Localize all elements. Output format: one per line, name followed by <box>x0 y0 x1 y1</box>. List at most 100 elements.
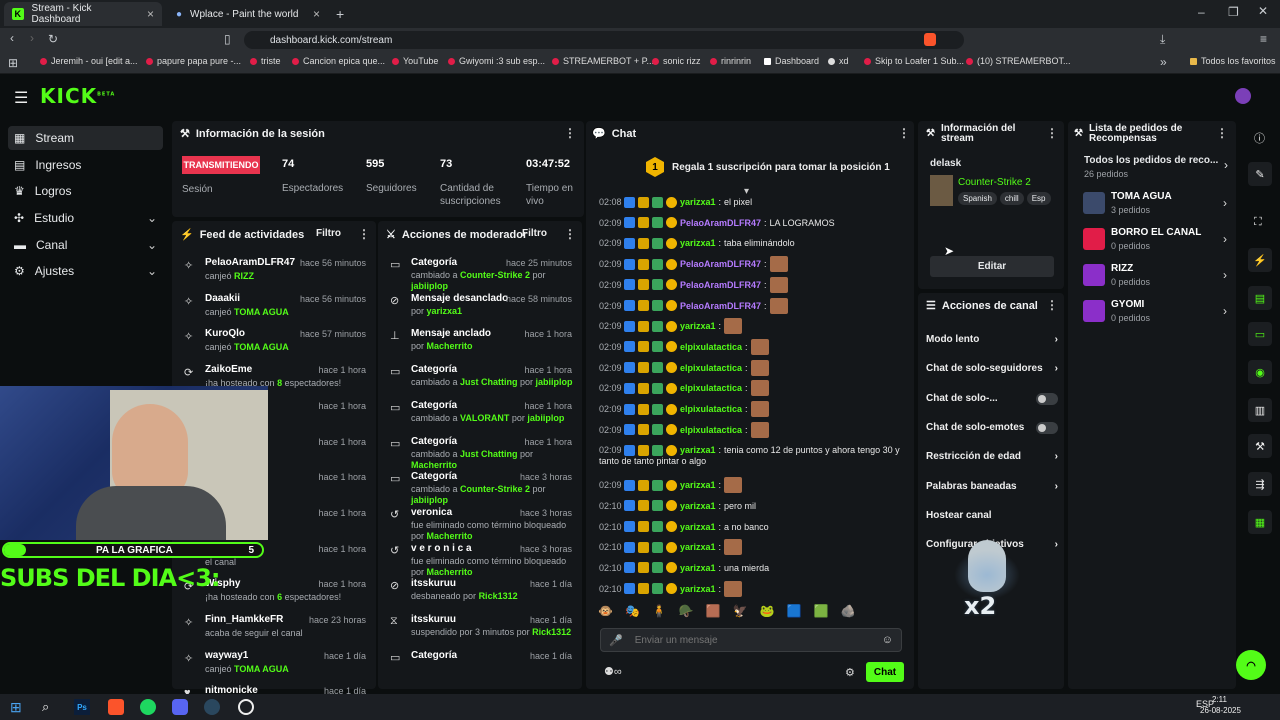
reward-item[interactable]: GYOMI 0 pedidos › <box>1083 298 1229 328</box>
mod-by-user[interactable]: Macherrito <box>427 341 473 351</box>
chat-username[interactable]: elpixulatactica <box>680 383 742 393</box>
chat-username[interactable]: PelaoAramDLFR47 <box>680 301 761 311</box>
chat-input[interactable] <box>634 634 865 646</box>
mod-by-user[interactable]: Macherrito <box>427 531 473 541</box>
feed-user[interactable]: Finn_HamkkeFR <box>205 614 283 625</box>
kick-logo[interactable]: KICKBETA <box>40 84 115 108</box>
mod-by-user[interactable]: Macherrito <box>411 460 457 470</box>
bookmark-item[interactable]: Gwiyomi :3 sub esp... <box>448 56 545 66</box>
emote-icon[interactable]: 🪨 <box>841 604 856 622</box>
reward-item[interactable]: BORRO EL CANAL 0 pedidos › <box>1083 226 1229 256</box>
apps-grid-icon[interactable]: ⊞ <box>8 56 18 70</box>
emote-monkey-icon[interactable]: 🐵 <box>598 604 613 622</box>
bookmark-item[interactable]: papure papa pure -... <box>146 56 241 66</box>
mod-by-user[interactable]: jabiiplop <box>527 413 564 423</box>
all-rewards-item[interactable]: Todos los pedidos de reco... 26 pedidos … <box>1084 155 1230 181</box>
chat-username[interactable]: elpixulatactica <box>680 363 742 373</box>
feed-user[interactable]: PelaoAramDLFR47 <box>205 257 295 268</box>
broadcast-icon[interactable]: ◉ <box>1248 360 1272 384</box>
reward-item[interactable]: RIZZ 0 pedidos › <box>1083 262 1229 292</box>
channel-action-item[interactable]: Restricción de edad › <box>926 451 1058 462</box>
sidebar-item-ingresos[interactable]: ▤ Ingresos <box>8 153 163 177</box>
channel-action-item[interactable]: Chat de solo-emotes <box>926 421 1058 434</box>
feed-user[interactable]: ZaikoEme <box>205 364 252 375</box>
spotify-icon[interactable] <box>140 699 156 715</box>
feed-filter-button[interactable]: Filtro <box>316 228 341 239</box>
mod-by-user[interactable]: Rick1312 <box>479 591 518 601</box>
chat-username[interactable]: yarizxa1 <box>680 480 716 490</box>
bookmark-item[interactable]: STREAMERBOT + P... <box>552 56 654 66</box>
new-tab-icon[interactable]: + <box>336 6 344 22</box>
points-icon[interactable]: ⚉∞ <box>604 665 622 678</box>
chat-username[interactable]: elpixulatactica <box>680 404 742 414</box>
minimize-icon[interactable]: – <box>1198 5 1205 19</box>
support-icon[interactable]: ◠ <box>1236 650 1266 680</box>
url-field[interactable]: dashboard.kick.com/stream <box>244 31 964 49</box>
mod-by-user[interactable]: Rick1312 <box>532 627 571 637</box>
bookmark-item[interactable]: Jeremih - oui [edit a... <box>40 56 138 66</box>
back-icon[interactable]: ‹ <box>10 31 14 45</box>
grid-icon[interactable]: ▦ <box>1248 510 1272 534</box>
chat-settings-icon[interactable]: ⚙ <box>845 666 855 679</box>
chat-username[interactable]: yarizxa1 <box>680 542 716 552</box>
menu-icon[interactable]: ≡ <box>1260 32 1267 46</box>
bookmark-item[interactable]: Dashboard <box>764 56 819 66</box>
clock-time[interactable]: 2:11 <box>1212 695 1227 704</box>
chat-username[interactable]: elpixulatactica <box>680 342 742 352</box>
emote-icon[interactable]: 🐸 <box>760 604 775 622</box>
emote-icon[interactable]: 🎭 <box>625 604 640 622</box>
channel-actions-menu-icon[interactable]: ⋮ <box>1046 298 1058 312</box>
chat-username[interactable]: yarizxa1 <box>680 445 716 455</box>
edit-icon[interactable]: ✎ <box>1248 162 1272 186</box>
tab-kick-dashboard[interactable]: K Stream - Kick Dashboard × <box>4 2 162 26</box>
send-chat-button[interactable]: Chat <box>866 662 904 682</box>
bookmark-item[interactable]: triste <box>250 56 281 66</box>
bookmark-item[interactable]: sonic rizz <box>652 56 701 66</box>
layout-icon[interactable]: ⛶ <box>1254 216 1262 229</box>
photoshop-icon[interactable]: Ps <box>74 699 90 715</box>
sidebar-item-ajustes[interactable]: ⚙ Ajustes ⌄ <box>8 259 163 283</box>
close-tab-icon[interactable]: × <box>147 7 154 21</box>
emote-icon[interactable]: 🧍 <box>652 604 667 622</box>
chat-username[interactable]: PelaoAramDLFR47 <box>680 280 761 290</box>
channel-action-item[interactable]: Chat de solo-seguidores › <box>926 363 1058 374</box>
info-icon[interactable]: ⓘ <box>1254 130 1265 146</box>
emote-icon[interactable]: 🪖 <box>679 604 694 622</box>
feed-user[interactable]: Daaakii <box>205 293 240 304</box>
bookmark-item[interactable]: Cancion epica que... <box>292 56 385 66</box>
all-bookmarks[interactable]: Todos los favoritos <box>1190 56 1276 66</box>
chat-menu-icon[interactable]: ⋮ <box>898 126 910 140</box>
chat-icon[interactable]: ▭ <box>1248 322 1272 346</box>
emote-icon[interactable]: 🟦 <box>787 604 802 622</box>
chat-username[interactable]: yarizxa1 <box>680 584 716 594</box>
channel-action-item[interactable]: Palabras baneadas › <box>926 481 1058 492</box>
channel-action-item[interactable]: Hostear canal <box>926 510 1058 521</box>
chat-username[interactable]: PelaoAramDLFR47 <box>680 218 761 228</box>
emoji-picker-icon[interactable]: ☺ <box>882 634 893 646</box>
emote-icon[interactable]: 🦅 <box>733 604 748 622</box>
sidebar-item-logros[interactable]: ♛ Logros <box>8 179 163 203</box>
category-name[interactable]: Counter-Strike 2 <box>958 177 1031 188</box>
chat-username[interactable]: elpixulatactica <box>680 425 742 435</box>
emote-icon[interactable]: 🟫 <box>706 604 721 622</box>
stream-info-menu-icon[interactable]: ⋮ <box>1046 126 1058 140</box>
forward-icon[interactable]: › <box>30 31 34 45</box>
chat-username[interactable]: yarizxa1 <box>680 522 716 532</box>
sidebar-item-canal[interactable]: ▬ Canal ⌄ <box>8 233 163 257</box>
clipboard-icon[interactable]: ▤ <box>1248 286 1272 310</box>
chat-username[interactable]: yarizxa1 <box>680 238 716 248</box>
toggle-switch[interactable] <box>1036 392 1058 405</box>
windows-start-icon[interactable]: ⊞ <box>10 699 22 716</box>
gift-leaderboard-text[interactable]: Regala 1 suscripción para tomar la posic… <box>672 162 890 173</box>
channel-action-item[interactable]: Chat de solo-... <box>926 392 1058 405</box>
mod-by-user[interactable]: jabiiplop <box>411 495 448 505</box>
server-icon[interactable]: ▥ <box>1248 398 1272 422</box>
discord-icon[interactable] <box>172 699 188 715</box>
chat-username[interactable]: yarizxa1 <box>680 501 716 511</box>
reward-item[interactable]: TOMA AGUA 3 pedidos › <box>1083 190 1229 220</box>
steam-icon[interactable] <box>204 699 220 715</box>
tools-icon[interactable]: ⚒ <box>1248 434 1272 458</box>
obs-icon[interactable] <box>238 699 254 715</box>
tab-wplace[interactable]: ● Wplace - Paint the world × <box>168 2 328 26</box>
microphone-icon[interactable]: 🎤 <box>609 634 623 647</box>
